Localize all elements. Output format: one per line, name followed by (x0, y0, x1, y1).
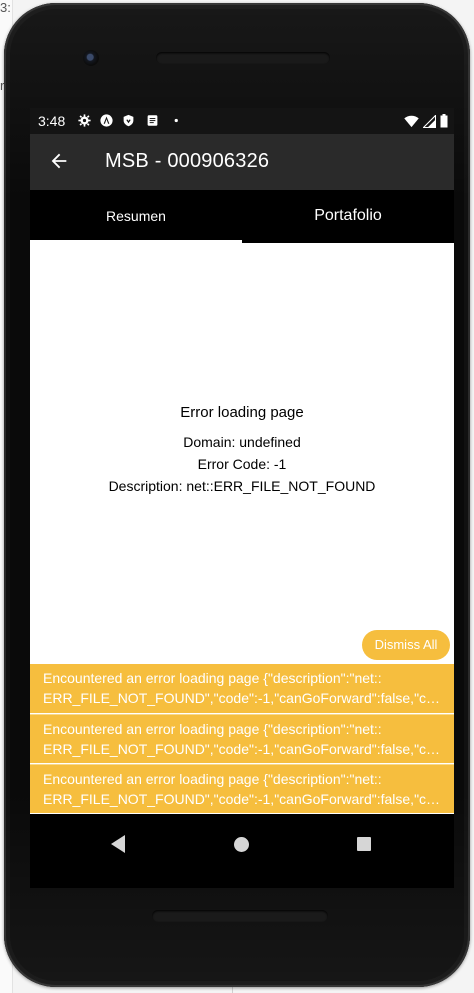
error-description: Description: net::ERR_FILE_NOT_FOUND (108, 478, 376, 494)
document-icon (147, 115, 158, 126)
status-time: 3:48 (38, 113, 66, 129)
error-heading: Error loading page (180, 404, 304, 421)
bottom-speaker (152, 910, 328, 922)
top-speaker (156, 52, 330, 64)
error-toast[interactable]: Encountered an error loading page {"desc… (30, 764, 454, 813)
toast-line: ERR_FILE_NOT_FOUND","code":-1,"canGoForw… (43, 741, 442, 757)
tab-resumen[interactable]: Resumen (30, 190, 242, 243)
toast-line: Encountered an error loading page {"desc… (43, 670, 382, 686)
wifi-icon (404, 115, 419, 127)
error-domain: Domain: undefined (183, 434, 301, 450)
error-code: Error Code: -1 (197, 456, 287, 472)
tab-bar: Resumen Portafolio (30, 190, 454, 243)
shield-icon (123, 114, 134, 127)
system-nav-bar (30, 814, 454, 888)
dismiss-all-button[interactable]: Dismiss All (362, 630, 450, 660)
battery-icon (440, 114, 448, 128)
nav-back-icon[interactable] (110, 834, 126, 854)
front-camera (83, 50, 99, 66)
tab-indicator (30, 240, 242, 243)
nav-recents-icon[interactable] (357, 837, 371, 851)
dot-icon (174, 118, 178, 123)
toast-line: ERR_FILE_NOT_FOUND","code":-1,"canGoForw… (43, 791, 442, 807)
error-toast[interactable]: Encountered an error loading page {"desc… (30, 714, 454, 763)
toast-line: Encountered an error loading page {"desc… (43, 771, 382, 787)
nav-home-icon[interactable] (234, 837, 249, 852)
error-message: Error loading page Domain: undefined Err… (30, 404, 454, 497)
tab-portafolio[interactable]: Portafolio (242, 190, 454, 243)
page-title: MSB - 000906326 (105, 150, 270, 172)
arrow-left-icon[interactable] (48, 150, 70, 172)
angular-icon (100, 114, 113, 127)
status-bar: 3:48 (30, 108, 454, 134)
signal-icon (423, 114, 436, 128)
toast-line: Encountered an error loading page {"desc… (43, 721, 382, 737)
background-text-fragment: 3: (0, 0, 11, 15)
gear-icon (78, 114, 91, 127)
app-bar: MSB - 000906326 (30, 134, 454, 190)
toast-line: ERR_FILE_NOT_FOUND","code":-1,"canGoForw… (43, 690, 442, 706)
device-screen: 3:48 MSB - 000906326 Resumen Portafolio … (30, 108, 454, 888)
error-toast[interactable]: Encountered an error loading page {"desc… (30, 664, 454, 713)
